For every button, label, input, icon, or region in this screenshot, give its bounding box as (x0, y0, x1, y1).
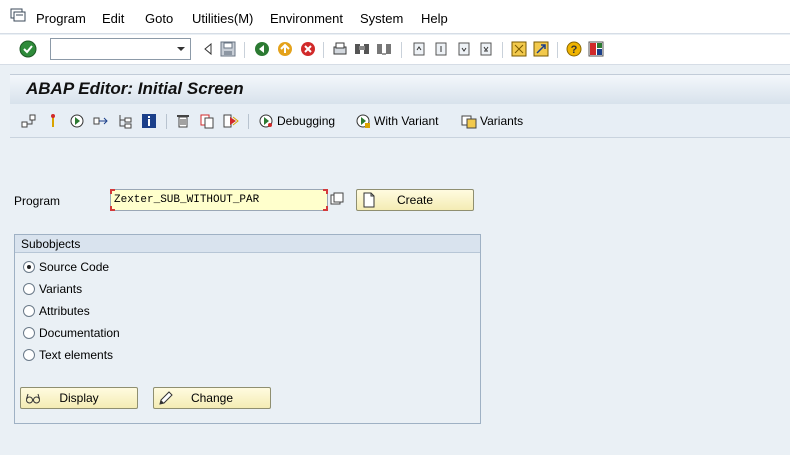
menu-utilities[interactable]: Utilities(M) (192, 11, 253, 26)
command-field[interactable] (50, 38, 191, 60)
pencil-icon (159, 391, 173, 405)
new-session-icon[interactable] (510, 40, 528, 58)
execute-variant-icon (356, 114, 370, 128)
display-button[interactable]: Display (20, 387, 138, 409)
radio-button[interactable] (23, 305, 35, 317)
title-bar: ABAP Editor: Initial Screen (10, 74, 790, 104)
previous-page-icon[interactable] (432, 40, 450, 58)
program-label: Program (14, 194, 61, 208)
menu-help[interactable]: Help (421, 11, 448, 26)
page-title: ABAP Editor: Initial Screen (26, 79, 244, 98)
application-toolbar: Debugging With Variant Variants (10, 104, 790, 138)
back-icon[interactable] (253, 40, 271, 58)
copy-icon[interactable] (198, 112, 216, 130)
rename-icon[interactable] (222, 112, 240, 130)
radio-button[interactable] (23, 283, 35, 295)
radio-button[interactable] (23, 327, 35, 339)
find-next-icon[interactable] (375, 40, 393, 58)
toolbar-separator (248, 114, 249, 129)
radio-button[interactable] (23, 349, 35, 361)
value-help-icon[interactable] (330, 192, 344, 206)
variants-icon (461, 115, 477, 129)
radio-button[interactable] (23, 261, 35, 273)
menu-bar: Program Edit Goto Utilities(M) Environme… (0, 0, 790, 34)
change-button[interactable]: Change (153, 387, 271, 409)
menu-goto[interactable]: Goto (145, 11, 173, 26)
object-list-icon[interactable] (20, 112, 38, 130)
new-document-icon (363, 192, 375, 208)
next-page-icon[interactable] (455, 40, 473, 58)
radio-variants[interactable]: Variants (23, 281, 82, 297)
required-marker (110, 206, 115, 211)
tree-icon[interactable] (116, 112, 134, 130)
debugging-label: Debugging (277, 114, 336, 128)
help-icon[interactable]: ? (565, 40, 583, 58)
system-menu-icon[interactable] (10, 8, 26, 22)
last-page-icon[interactable] (477, 40, 495, 58)
chevron-down-icon[interactable] (174, 41, 188, 57)
toolbar-separator (244, 42, 245, 58)
cancel-icon[interactable] (299, 40, 317, 58)
info-icon[interactable] (140, 112, 158, 130)
debug-icon (259, 114, 273, 128)
glasses-icon (26, 393, 40, 404)
menu-program[interactable]: Program (36, 11, 86, 26)
program-input-value: Zexter_SUB_WITHOUT_PAR (114, 194, 260, 206)
navigate-icon[interactable] (92, 112, 110, 130)
variants-label: Variants (480, 114, 524, 128)
variants-button[interactable]: Variants (461, 112, 523, 130)
exit-icon[interactable] (276, 40, 294, 58)
radio-source-code[interactable]: Source Code (23, 259, 109, 275)
triangle-left-icon[interactable] (199, 40, 217, 58)
debugging-button[interactable]: Debugging (258, 112, 335, 130)
toolbar-separator (323, 42, 324, 58)
find-icon[interactable] (353, 40, 371, 58)
toolbar-separator (401, 42, 402, 58)
radio-label: Source Code (39, 260, 110, 274)
radio-text-elements[interactable]: Text elements (23, 347, 113, 363)
standard-toolbar: ? (0, 35, 790, 65)
first-page-icon[interactable] (410, 40, 428, 58)
svg-text:?: ? (571, 44, 578, 56)
shortcut-icon[interactable] (532, 40, 550, 58)
with-variant-label: With Variant (374, 114, 439, 128)
required-marker (323, 206, 328, 211)
radio-documentation[interactable]: Documentation (23, 325, 120, 341)
print-icon[interactable] (331, 40, 349, 58)
subobjects-group: Subobjects Source Code Variants Attribut… (14, 234, 481, 424)
radio-label: Attributes (39, 304, 90, 318)
layout-menu-icon[interactable] (587, 40, 605, 58)
radio-label: Documentation (39, 326, 120, 340)
subobjects-title: Subobjects (15, 235, 480, 253)
toolbar-separator (557, 42, 558, 58)
toolbar-separator (166, 114, 167, 129)
radio-label: Text elements (39, 348, 114, 362)
radio-attributes[interactable]: Attributes (23, 303, 90, 319)
where-used-icon[interactable] (44, 112, 62, 130)
menu-edit[interactable]: Edit (102, 11, 124, 26)
enter-icon[interactable] (19, 40, 37, 58)
radio-label: Variants (39, 282, 83, 296)
save-icon[interactable] (219, 40, 237, 58)
menu-environment[interactable]: Environment (270, 11, 343, 26)
test-icon[interactable] (68, 112, 86, 130)
required-marker (323, 189, 328, 194)
delete-icon[interactable] (174, 112, 192, 130)
toolbar-separator (502, 42, 503, 58)
menu-system[interactable]: System (360, 11, 403, 26)
program-input[interactable]: Zexter_SUB_WITHOUT_PAR (110, 189, 328, 211)
create-button[interactable]: Create (356, 189, 474, 211)
required-marker (110, 189, 115, 194)
with-variant-button[interactable]: With Variant (355, 112, 438, 130)
